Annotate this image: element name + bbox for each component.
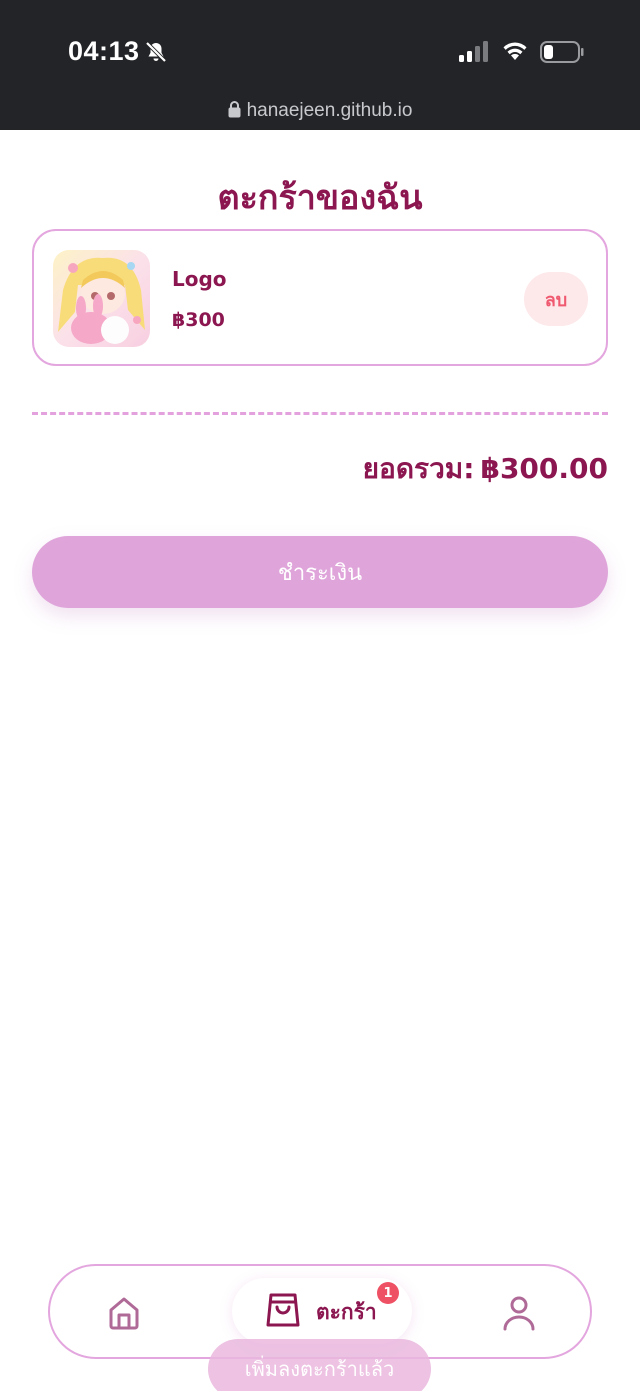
page-title: ตะกร้าของฉัน: [217, 178, 423, 218]
product-thumbnail: [53, 250, 150, 347]
bell-off-icon: [145, 41, 167, 63]
cart-item: Logo ฿300 ลบ: [32, 229, 608, 366]
cart-count-badge: 1: [377, 1282, 399, 1304]
nav-cart-tab[interactable]: ตะกร้า 1: [232, 1278, 412, 1344]
toast-message: เพิ่มลงตะกร้าแล้ว: [208, 1339, 431, 1391]
total-value: ฿300.00: [480, 452, 608, 485]
signal-icon: [459, 41, 488, 62]
nav-cart-label: ตะกร้า: [316, 1300, 377, 1324]
delete-button[interactable]: ลบ: [524, 272, 588, 326]
product-image: [53, 250, 150, 347]
url-text: hanaejeen.github.io: [246, 100, 413, 121]
shopping-bag-icon: [266, 1293, 300, 1327]
checkout-button[interactable]: ชำระเงิน: [32, 536, 608, 608]
cart-total: ยอดรวม: ฿300.00: [357, 447, 608, 491]
status-bar: 04:13 hanaejeen.github.io: [0, 0, 640, 130]
item-price: ฿300: [172, 309, 225, 331]
wifi-icon: [503, 42, 527, 60]
total-label: ยอดรวม:: [362, 452, 475, 485]
dashed-divider: [32, 412, 608, 415]
lock-icon: [228, 101, 241, 118]
item-name: Logo: [172, 267, 227, 291]
status-time: 04:13: [68, 36, 140, 66]
address-bar[interactable]: hanaejeen.github.io: [0, 100, 640, 126]
home-icon[interactable]: [106, 1295, 142, 1331]
user-icon[interactable]: [502, 1295, 536, 1331]
battery-icon: [540, 41, 584, 63]
